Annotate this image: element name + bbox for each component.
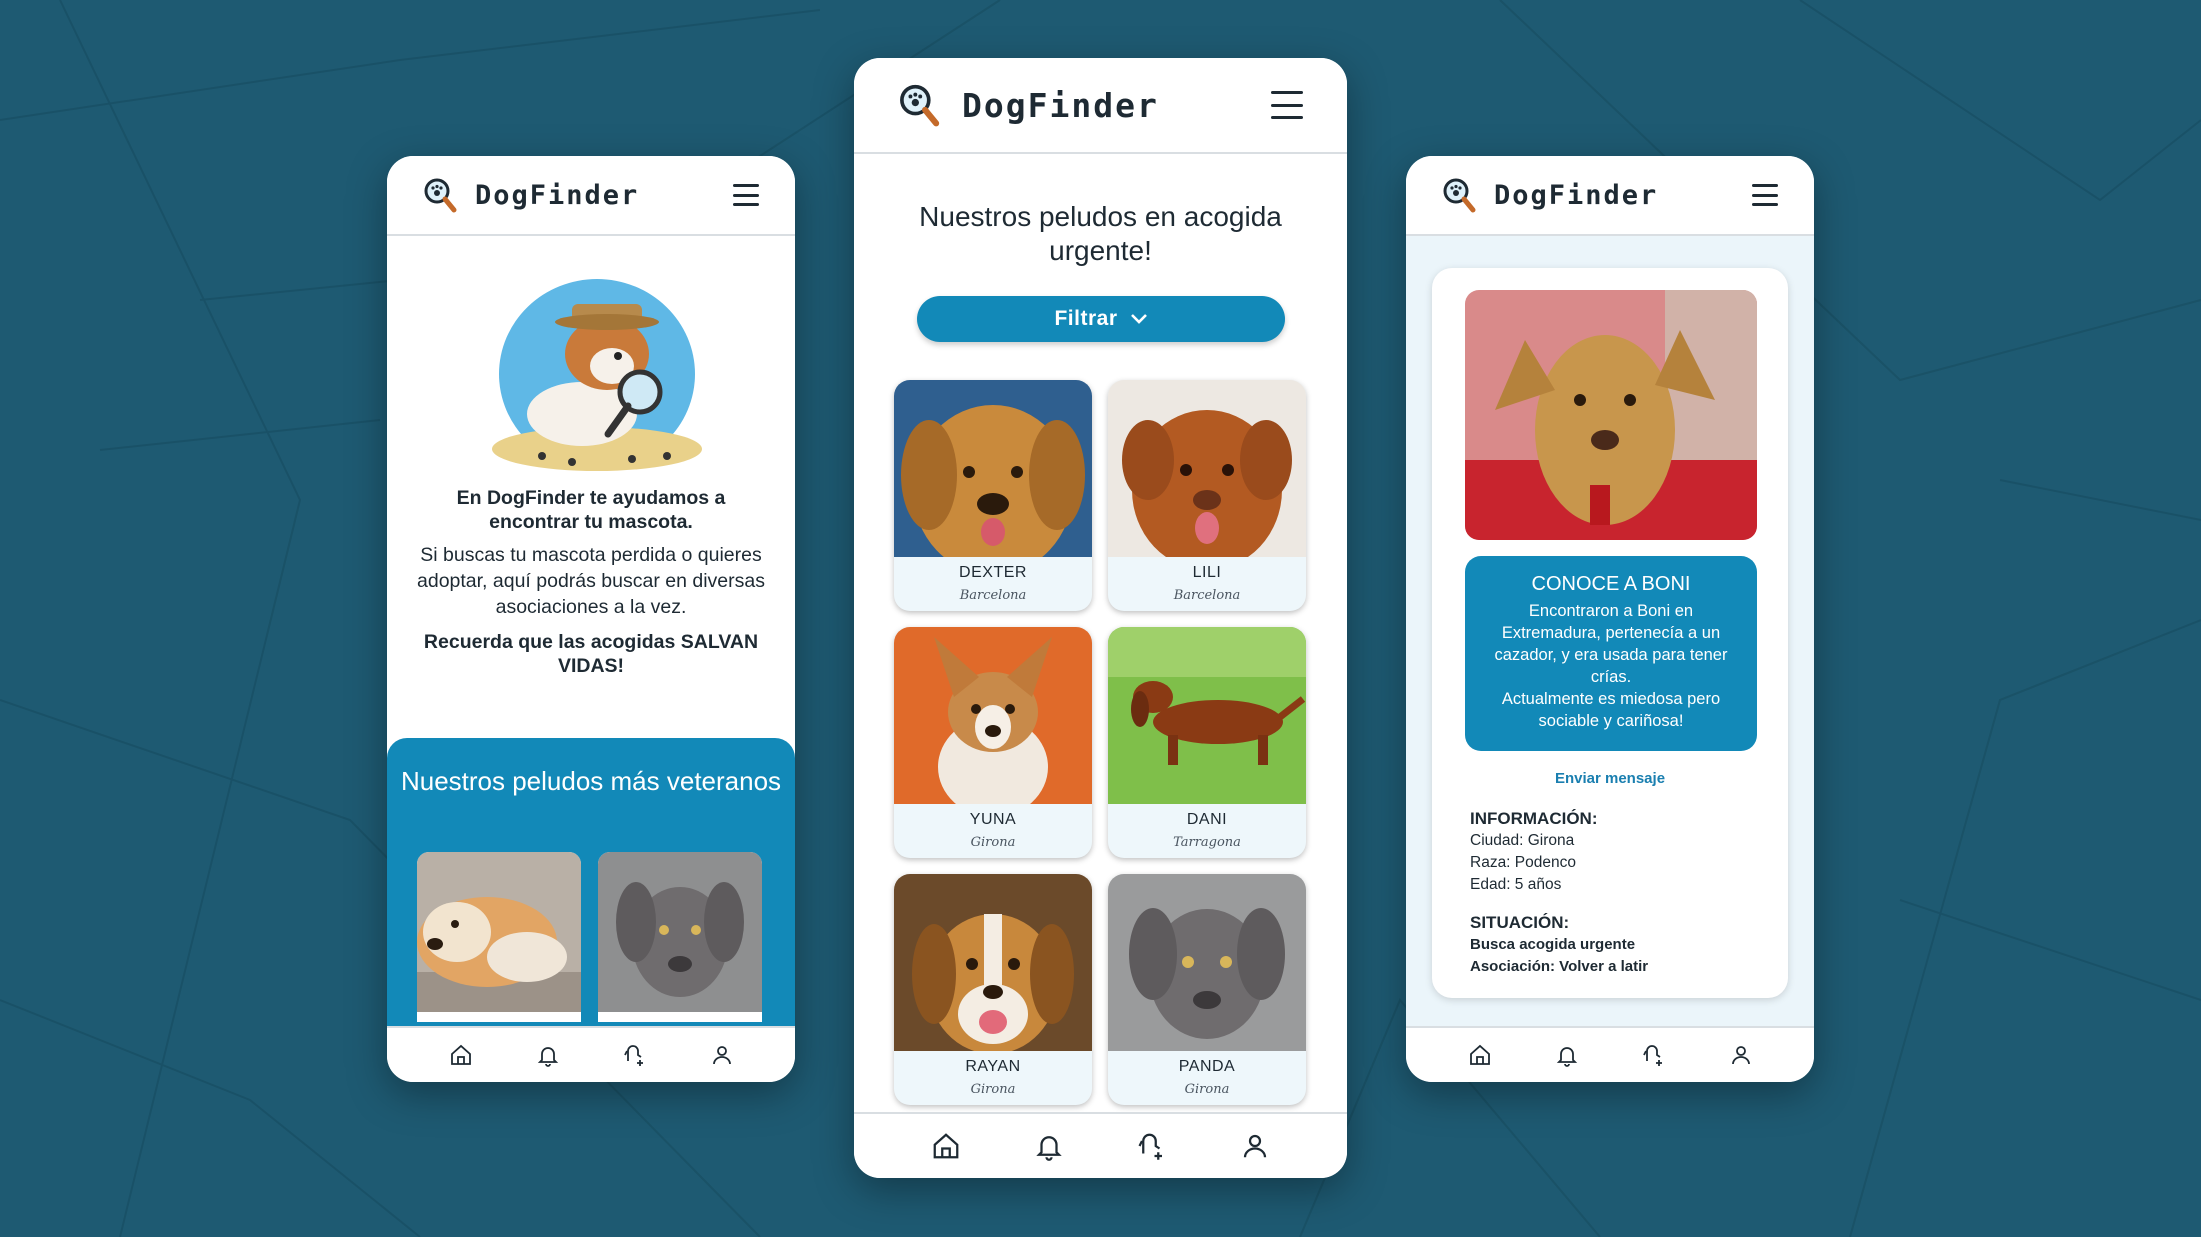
- tab-home[interactable]: [449, 1043, 473, 1067]
- tab-add-dog[interactable]: [1642, 1043, 1666, 1067]
- app-header: DogFinder: [387, 156, 795, 236]
- intro-section: En DogFinder te ayudamos a encontrar tu …: [417, 486, 765, 678]
- dog-add-icon: [1138, 1133, 1163, 1160]
- user-icon: [1244, 1134, 1267, 1158]
- tab-notifications[interactable]: [536, 1043, 560, 1067]
- tab-add-dog[interactable]: [623, 1043, 647, 1067]
- intro-callout: Recuerda que las acogidas SALVAN VIDAS!: [423, 631, 759, 677]
- grey-puppy-photo: [1108, 874, 1306, 1051]
- bell-icon: [1036, 1136, 1062, 1161]
- chevron-down-icon: [1130, 314, 1147, 324]
- about-dog-title: CONOCE A BONI: [1531, 573, 1691, 595]
- tab-add-dog[interactable]: [1137, 1131, 1167, 1161]
- home-icon: [450, 1044, 471, 1065]
- situation-association: Asociación: Volver a latir: [1470, 958, 1649, 975]
- hamburger-menu-button[interactable]: [1271, 91, 1303, 119]
- tab-home[interactable]: [1468, 1043, 1492, 1067]
- dog-card[interactable]: DEXTER Barcelona: [894, 380, 1092, 611]
- bottom-tab-bar: [1406, 1026, 1814, 1082]
- tab-notifications[interactable]: [1034, 1131, 1064, 1161]
- filter-label: Filtrar: [1054, 307, 1118, 330]
- veteran-dog-card[interactable]: [417, 852, 581, 1022]
- info-heading: INFORMACIÓN:: [1470, 809, 1598, 828]
- magnifier-paw-logo-icon: [1442, 177, 1476, 213]
- situation-heading: SITUACIÓN:: [1470, 913, 1570, 932]
- bell-icon: [537, 1047, 558, 1067]
- dog-card[interactable]: RAYAN Girona: [894, 874, 1092, 1105]
- dog-name: DEXTER: [959, 564, 1027, 581]
- dog-card[interactable]: YUNA Girona: [894, 627, 1092, 858]
- hamburger-menu-button[interactable]: [1752, 184, 1778, 206]
- tab-home[interactable]: [931, 1131, 961, 1161]
- info-city: Ciudad: Girona: [1470, 832, 1575, 849]
- bell-icon: [1556, 1047, 1577, 1067]
- veteran-dog-card[interactable]: [598, 852, 762, 1022]
- tab-profile[interactable]: [1729, 1043, 1753, 1067]
- phone-home-screen: DogFinder En DogFinder te ayudamos a enc…: [387, 156, 795, 1082]
- grey-puppy-photo: [598, 852, 762, 1012]
- situation-status: Busca acogida urgente: [1470, 936, 1636, 953]
- corgi-puppy-photo: [894, 627, 1092, 804]
- home-icon: [1469, 1044, 1490, 1065]
- dog-city: Tarragona: [1173, 835, 1241, 850]
- veterans-section: Nuestros peludos más veteranos: [387, 738, 795, 1026]
- send-message-link[interactable]: Enviar mensaje: [1432, 770, 1788, 787]
- brand-name: DogFinder: [962, 85, 1159, 125]
- about-dog-text: Encontraron a Boni en Extremadura, perte…: [1494, 602, 1728, 686]
- brand-name: DogFinder: [475, 179, 640, 211]
- about-dog-box: CONOCE A BONI Encontraron a Boni en Extr…: [1465, 556, 1757, 751]
- info-age: Edad: 5 años: [1470, 876, 1562, 893]
- boni-photo: [1465, 290, 1757, 540]
- veterans-title: Nuestros peludos más veteranos: [400, 766, 782, 796]
- dog-city: Girona: [1184, 1082, 1230, 1097]
- toller-dog-photo: [1108, 380, 1306, 557]
- dog-add-icon: [1642, 1045, 1662, 1066]
- dog-name: RAYAN: [965, 1058, 1021, 1075]
- brand-name: DogFinder: [1494, 179, 1659, 211]
- dog-name: DANI: [1186, 811, 1228, 828]
- dog-name: PANDA: [1178, 1058, 1236, 1075]
- dog-add-icon: [623, 1045, 643, 1066]
- dog-name: YUNA: [969, 811, 1017, 828]
- tab-notifications[interactable]: [1555, 1043, 1579, 1067]
- intro-description: Si buscas tu mascota perdida o quieres a…: [417, 544, 765, 618]
- app-header: DogFinder: [854, 58, 1347, 154]
- dog-name: LILI: [1192, 564, 1222, 581]
- hamburger-menu-button[interactable]: [733, 184, 759, 206]
- phone-detail-screen: DogFinder CONOCE A BONI Encontraron a Bo…: [1406, 156, 1814, 1082]
- magnifier-paw-logo-icon: [423, 177, 457, 213]
- detective-dog-illustration: [482, 274, 702, 474]
- dog-detail-card: CONOCE A BONI Encontraron a Boni en Extr…: [1432, 268, 1788, 998]
- bottom-tab-bar: [854, 1112, 1347, 1178]
- dog-grid: DEXTER Barcelona LILI Barcelona YUNA Gir…: [894, 380, 1306, 1105]
- dog-card[interactable]: DANI Tarragona: [1108, 627, 1306, 858]
- dog-info: INFORMACIÓN: Ciudad: Girona Raza: Podenc…: [1470, 808, 1768, 978]
- beagle-photo: [894, 874, 1092, 1051]
- dog-city: Girona: [970, 835, 1016, 850]
- magnifier-paw-logo-icon: [898, 83, 940, 127]
- dog-card[interactable]: PANDA Girona: [1108, 874, 1306, 1105]
- filter-button[interactable]: Filtrar: [917, 296, 1285, 342]
- user-icon: [1731, 1046, 1750, 1065]
- tab-profile[interactable]: [1240, 1131, 1270, 1161]
- about-dog-text: Actualmente es miedosa pero sociable y c…: [1501, 690, 1721, 730]
- phone-list-screen: DogFinder Nuestros peludos en acogida ur…: [854, 58, 1347, 1178]
- golden-retriever-photo: [894, 380, 1092, 557]
- page-title: Nuestros peludos en acogida urgente!: [919, 201, 1282, 266]
- dog-city: Barcelona: [959, 588, 1027, 603]
- user-icon: [712, 1046, 731, 1065]
- golden-senior-dog-photo: [417, 852, 581, 1012]
- dog-city: Girona: [970, 1082, 1016, 1097]
- bottom-tab-bar: [387, 1026, 795, 1082]
- dog-card[interactable]: LILI Barcelona: [1108, 380, 1306, 611]
- home-icon: [933, 1133, 958, 1159]
- info-breed: Raza: Podenco: [1470, 854, 1576, 871]
- app-header: DogFinder: [1406, 156, 1814, 236]
- intro-headline: En DogFinder te ayudamos a encontrar tu …: [456, 487, 726, 533]
- dachshund-photo: [1108, 627, 1306, 804]
- dog-city: Barcelona: [1173, 588, 1241, 603]
- tab-profile[interactable]: [710, 1043, 734, 1067]
